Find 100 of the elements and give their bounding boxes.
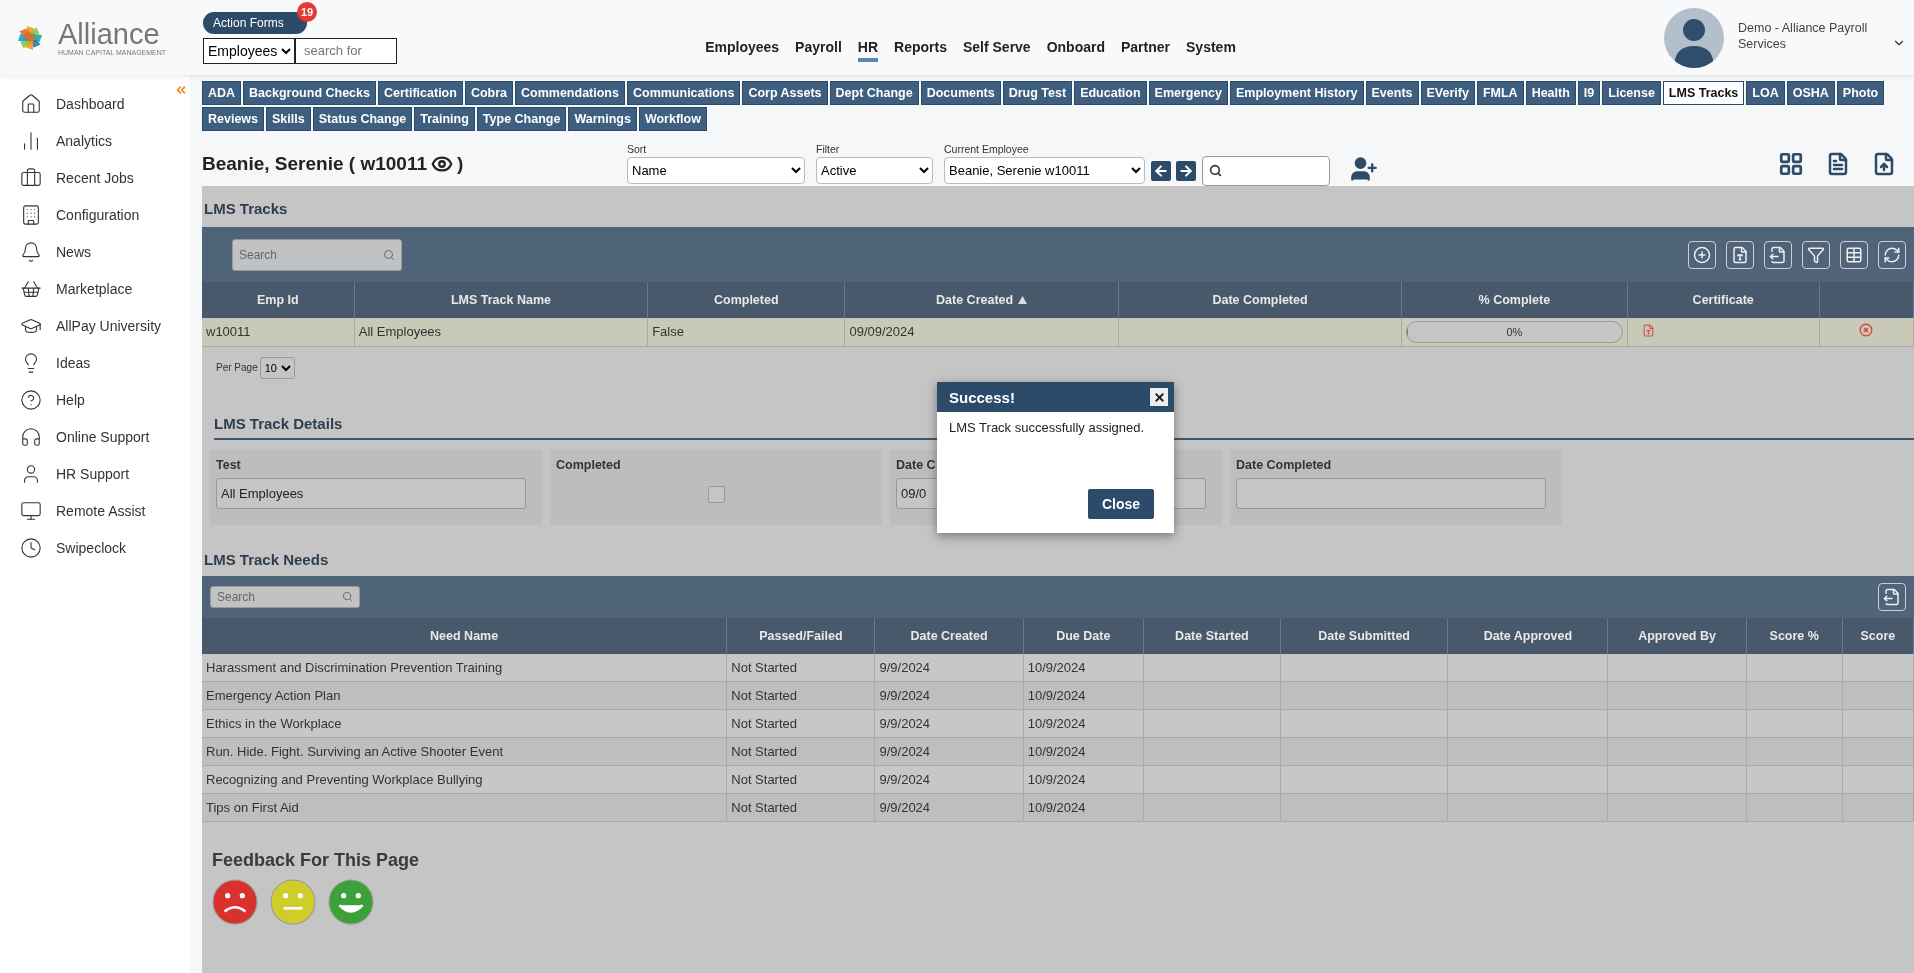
column-header[interactable]: Date Created [844, 282, 1119, 318]
sidebar-item[interactable]: HR Support [20, 455, 190, 492]
tab[interactable]: Dept Change [829, 81, 919, 105]
tab[interactable]: EVerify [1420, 81, 1475, 105]
sidebar-item[interactable]: Online Support [20, 418, 190, 455]
sad-face-icon[interactable] [212, 879, 258, 925]
table-button[interactable] [1840, 240, 1868, 269]
column-header[interactable]: Date Started [1143, 617, 1281, 654]
nav-link[interactable]: Reports [894, 39, 947, 62]
tab[interactable]: Documents [920, 81, 1001, 105]
column-header[interactable]: Date Approved [1447, 617, 1608, 654]
tab[interactable]: Events [1365, 81, 1419, 105]
refresh-button[interactable] [1878, 240, 1906, 269]
nav-link[interactable]: Onboard [1046, 39, 1105, 62]
tab[interactable]: OSHA [1786, 81, 1835, 105]
sidebar-item[interactable]: Configuration [20, 196, 190, 233]
tab[interactable]: Commendations [515, 81, 625, 105]
previous-button[interactable] [1151, 160, 1171, 181]
sidebar-item[interactable]: Marketplace [20, 270, 190, 307]
nav-link[interactable]: Partner [1121, 39, 1171, 62]
grid-icon[interactable] [1778, 150, 1804, 177]
tab[interactable]: Training [414, 107, 475, 131]
happy-face-icon[interactable] [328, 879, 374, 925]
pdf-button[interactable] [1726, 240, 1754, 269]
sidebar-item[interactable]: Recent Jobs [20, 159, 190, 196]
nav-link[interactable]: Self Serve [962, 39, 1031, 62]
tab[interactable]: Reviews [202, 107, 265, 131]
sidebar-item[interactable]: News [20, 233, 190, 270]
column-header[interactable]: Date Created [874, 617, 1024, 654]
tab[interactable]: LOA [1746, 81, 1785, 105]
nav-link[interactable]: System [1186, 39, 1236, 62]
text-field[interactable]: All Employees [216, 477, 526, 509]
sidebar-item[interactable]: Swipeclock [20, 529, 190, 566]
tab[interactable]: Warnings [568, 107, 637, 131]
column-header[interactable]: Date Submitted [1280, 617, 1448, 654]
sidebar-item[interactable]: Dashboard [20, 85, 190, 122]
nav-link[interactable]: Employees [705, 39, 780, 62]
employee-search-field[interactable] [1202, 155, 1330, 186]
filter-select[interactable]: Beanie, Serenie w10011 [944, 157, 1145, 184]
tab[interactable]: Type Change [476, 107, 567, 131]
upload-file-icon[interactable] [1872, 151, 1896, 176]
tab[interactable]: Skills [266, 107, 311, 131]
document-icon[interactable] [1826, 151, 1850, 176]
checkbox[interactable] [707, 485, 725, 503]
per-page-select[interactable]: 10 [259, 356, 295, 379]
table-search-field[interactable]: Search [232, 238, 402, 271]
nav-link[interactable]: HR [857, 39, 879, 62]
export-button[interactable] [1878, 582, 1906, 611]
column-header[interactable]: Due Date [1023, 617, 1144, 654]
nav-link[interactable]: Payroll [795, 39, 842, 62]
table-search-field[interactable]: Search [210, 585, 360, 608]
tab[interactable]: I9 [1577, 81, 1601, 105]
tab[interactable]: License [1602, 81, 1661, 105]
tab[interactable]: Corp Assets [742, 81, 828, 105]
add-button[interactable] [1688, 240, 1716, 269]
search-field[interactable]: search for [295, 37, 397, 64]
column-header[interactable]: Certificate [1627, 282, 1820, 318]
sidebar-item[interactable]: Remote Assist [20, 492, 190, 529]
next-button[interactable] [1176, 160, 1196, 181]
user-name[interactable]: Demo - Alliance Payroll Services [1738, 19, 1878, 52]
dialog-close-button[interactable]: Close [1087, 489, 1154, 519]
tab[interactable]: Workflow [638, 107, 707, 131]
neutral-face-icon[interactable] [270, 879, 316, 925]
close-button[interactable] [1150, 388, 1168, 406]
tab[interactable]: Emergency [1148, 81, 1228, 105]
filter-select[interactable]: Name [627, 157, 805, 184]
tab[interactable]: LMS Tracks [1662, 81, 1745, 105]
text-field[interactable] [1236, 477, 1546, 509]
sidebar-item[interactable]: Ideas [20, 344, 190, 381]
tab[interactable]: Status Change [312, 107, 413, 131]
tab[interactable]: Photo [1836, 81, 1885, 105]
tab[interactable]: Education [1074, 81, 1147, 105]
column-header[interactable]: LMS Track Name [354, 282, 648, 318]
column-header[interactable]: Score % [1746, 617, 1843, 654]
add-user-icon[interactable] [1350, 154, 1378, 183]
tab[interactable]: ADA [202, 81, 242, 105]
sidebar-item[interactable]: AllPay University [20, 307, 190, 344]
column-header[interactable]: Date Completed [1118, 282, 1402, 318]
tab[interactable]: Cobra [464, 81, 514, 105]
tab[interactable]: FMLA [1476, 81, 1524, 105]
column-header[interactable]: Approved By [1608, 617, 1747, 654]
tab[interactable]: Drug Test [1002, 81, 1073, 105]
delete-icon[interactable] [1859, 323, 1874, 338]
column-header[interactable]: Emp Id [202, 282, 355, 318]
export-button[interactable] [1764, 240, 1792, 269]
tab[interactable]: Employment History [1229, 81, 1364, 105]
column-header[interactable]: Completed [647, 282, 845, 318]
sidebar-item[interactable]: Analytics [20, 122, 190, 159]
category-select[interactable]: Employees [203, 37, 295, 64]
column-header[interactable]: Passed/Failed [726, 617, 875, 654]
column-header[interactable]: % Complete [1401, 282, 1628, 318]
sidebar-item[interactable]: Help [20, 381, 190, 418]
tab[interactable]: Certification [377, 81, 463, 105]
tab[interactable]: Background Checks [243, 81, 376, 105]
filter-select[interactable]: Active [816, 157, 933, 184]
tab[interactable]: Health [1525, 81, 1576, 105]
filter-button[interactable] [1802, 240, 1830, 269]
column-header[interactable]: Score [1842, 617, 1914, 654]
column-header[interactable]: Need Name [202, 617, 727, 654]
tab[interactable]: Communications [626, 81, 741, 105]
